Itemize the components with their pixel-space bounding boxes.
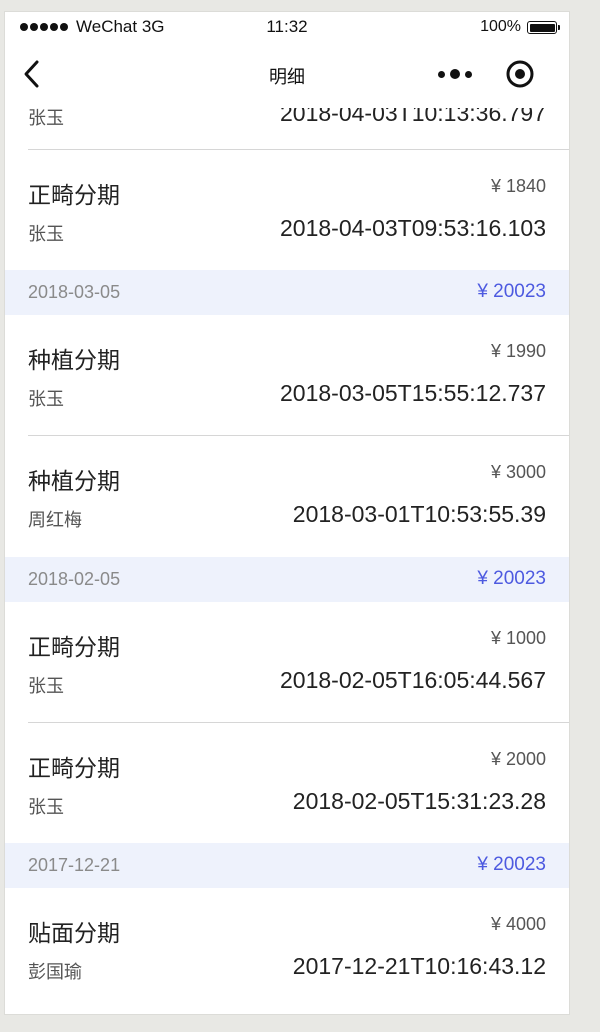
record-datetime: 2018-04-03T09:53:16.103: [280, 215, 546, 241]
chevron-left-icon: [24, 60, 39, 88]
back-button[interactable]: [15, 56, 51, 92]
more-dots-icon: [438, 71, 445, 78]
list-item[interactable]: 正畸分期 ¥ 2000 张玉 2018-02-05T15:31:23.28: [5, 723, 569, 843]
record-type: 正畸分期: [28, 182, 120, 208]
record-person: 张玉: [28, 797, 64, 817]
group-date: 2018-02-05: [28, 569, 121, 589]
record-datetime: 2017-12-21T10:16:43.12: [292, 953, 546, 979]
navigation-bar: 明细: [5, 42, 569, 108]
record-person: 周红梅: [28, 510, 82, 530]
date-group-header: 2018-03-05 ¥ 20023: [5, 270, 569, 315]
record-type: 种植分期: [28, 468, 120, 494]
record-amount: ¥ 2000: [490, 749, 546, 769]
record-type: 种植分期: [28, 347, 120, 373]
phone-screen: 张玉 2018-04-03T10:13:36.797 正畸分期 ¥ 1840 张…: [5, 12, 569, 1014]
list-item[interactable]: 正畸分期 ¥ 1000 张玉 2018-02-05T16:05:44.567: [5, 602, 569, 722]
group-date: 2017-12-21: [28, 855, 121, 875]
group-total: ¥ 20023: [477, 854, 546, 875]
date-group-header: 2018-02-05 ¥ 20023: [5, 557, 569, 602]
group-total: ¥ 20023: [477, 281, 546, 302]
list-item[interactable]: 种植分期 ¥ 1990 张玉 2018-03-05T15:55:12.737: [5, 315, 569, 435]
record-datetime: 2018-02-05T15:31:23.28: [292, 788, 546, 814]
status-bar: WeChat 3G 11:32 100%: [5, 12, 569, 42]
group-date: 2018-03-05: [28, 282, 121, 302]
list-item[interactable]: 贴面分期 ¥ 4000 彭国瑜 2017-12-21T10:16:43.12: [5, 888, 569, 1014]
more-options-button[interactable]: [435, 62, 477, 86]
record-amount: ¥ 4000: [490, 914, 546, 934]
record-amount: ¥ 1000: [490, 628, 546, 648]
record-type: 正畸分期: [28, 634, 120, 660]
battery-icon: [527, 21, 560, 34]
record-type: 正畸分期: [28, 755, 120, 781]
target-circle-icon: [506, 60, 534, 88]
record-person: 张玉: [28, 224, 64, 244]
record-amount: ¥ 3000: [490, 462, 546, 482]
date-group-header: 2017-12-21 ¥ 20023: [5, 843, 569, 888]
battery-percent: 100%: [480, 18, 521, 35]
record-datetime: 2018-03-05T15:55:12.737: [280, 380, 546, 406]
record-datetime: 2018-02-05T16:05:44.567: [280, 667, 546, 693]
record-amount: ¥ 1840: [490, 176, 546, 196]
list-item[interactable]: 正畸分期 ¥ 1840 张玉 2018-04-03T09:53:16.103: [5, 150, 569, 270]
record-amount: ¥ 1990: [490, 341, 546, 361]
group-total: ¥ 20023: [477, 568, 546, 589]
page-title: 明细: [269, 67, 305, 87]
record-person: 彭国瑜: [28, 962, 82, 982]
record-type: 贴面分期: [28, 920, 120, 946]
list-item[interactable]: 种植分期 ¥ 3000 周红梅 2018-03-01T10:53:55.39: [5, 436, 569, 557]
close-miniprogram-button[interactable]: [505, 59, 535, 89]
record-person: 张玉: [28, 389, 64, 409]
record-datetime: 2018-03-01T10:53:55.39: [292, 501, 546, 527]
record-person: 张玉: [28, 676, 64, 696]
